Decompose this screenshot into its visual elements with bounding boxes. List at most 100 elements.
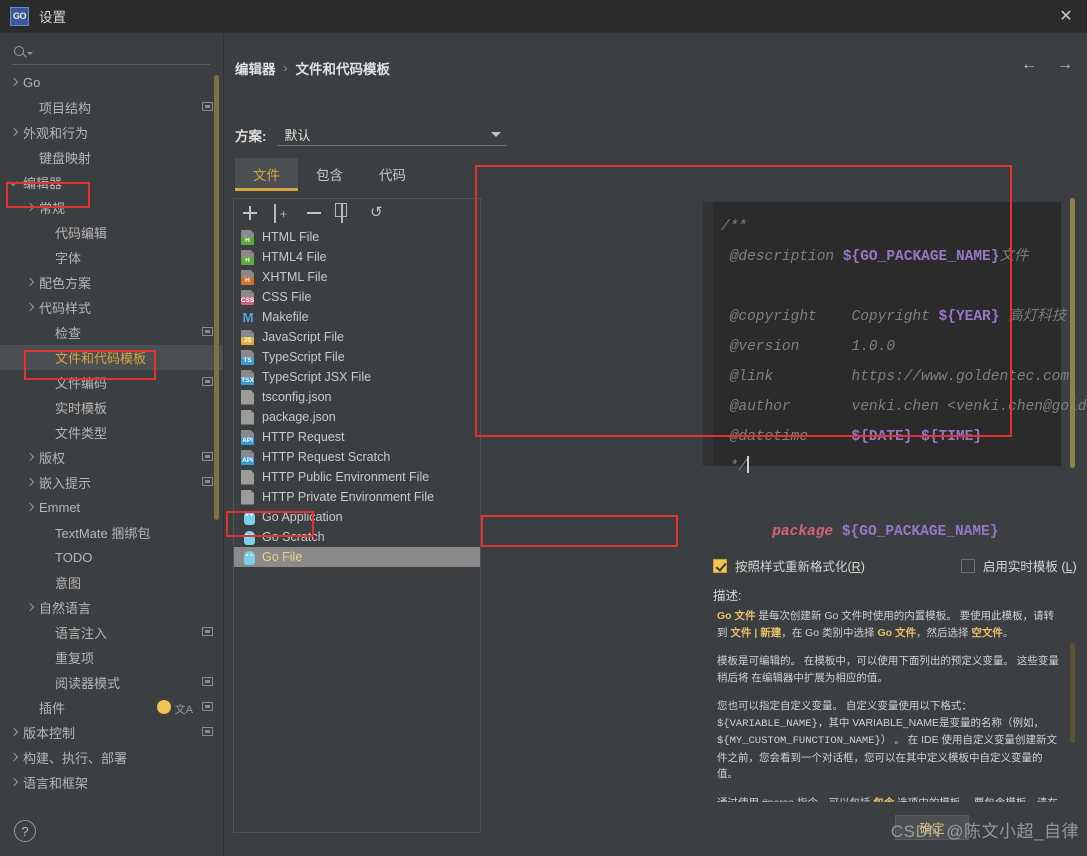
file-list-item[interactable]: package.json (234, 407, 480, 427)
sidebar-item-9[interactable]: 代码样式 (0, 295, 223, 320)
chevron-right-icon[interactable] (8, 751, 21, 764)
tab-2[interactable]: 代码 (361, 158, 424, 191)
live-template-checkbox[interactable]: 启用实时模板 (L) (960, 556, 1077, 575)
editor-token: @description (721, 249, 843, 265)
copy-file-icon[interactable] (274, 204, 290, 223)
sidebar-item-11[interactable]: 文件和代码模板 (0, 345, 223, 370)
add-icon[interactable] (242, 205, 258, 221)
sidebar-item-16[interactable]: 嵌入提示 (0, 470, 223, 495)
file-list-item[interactable]: Go Scratch (234, 527, 480, 547)
sidebar-item-28[interactable]: 语言和框架 (0, 770, 223, 795)
sidebar-item-10[interactable]: 检查 (0, 320, 223, 345)
chevron-right-icon[interactable] (24, 501, 37, 514)
chevron-down-icon[interactable] (8, 176, 21, 189)
file-list-item[interactable]: HTTP Private Environment File (234, 487, 480, 507)
scheme-dropdown[interactable]: 默认 (276, 123, 507, 146)
duplicate-icon[interactable] (338, 204, 354, 223)
editor-token: 文件 (999, 249, 1029, 265)
sidebar-item-3[interactable]: 键盘映射 (0, 145, 223, 170)
reformat-checkbox[interactable]: 按照样式重新格式化(R) (713, 556, 865, 575)
sidebar-item-26[interactable]: 版本控制 (0, 720, 223, 745)
checkbox-box-checked[interactable] (713, 558, 727, 573)
chevron-right-icon[interactable] (8, 726, 21, 739)
sidebar-scrollbar[interactable] (214, 75, 219, 520)
file-list-item-label: Go Application (262, 510, 343, 524)
reformat-suffix: ) (860, 560, 865, 574)
template-editor[interactable]: /** @description ${GO_PACKAGE_NAME}文件 @c… (702, 201, 1087, 475)
arrow-left-icon[interactable]: ← (1021, 57, 1037, 73)
file-list-item-label: CSS File (262, 290, 312, 304)
chevron-right-icon[interactable] (24, 201, 37, 214)
tab-0[interactable]: 文件 (235, 158, 298, 191)
breadcrumb-parent[interactable]: 编辑器 (235, 58, 276, 78)
sidebar-item-2[interactable]: 外观和行为 (0, 120, 223, 145)
chevron-right-icon[interactable] (24, 301, 37, 314)
sidebar-item-14[interactable]: 文件类型 (0, 420, 223, 445)
chevron-right-icon[interactable] (24, 476, 37, 489)
file-list-item[interactable]: Go File (234, 547, 480, 567)
file-list-item[interactable]: API HTTP Request (234, 427, 480, 447)
chevron-right-icon[interactable] (24, 601, 37, 614)
sidebar-item-0[interactable]: Go (0, 70, 223, 95)
file-list-item[interactable]: H XHTML File (234, 267, 480, 287)
sidebar-item-25[interactable]: 插件 文A (0, 695, 223, 720)
reformat-label-text: 按照样式重新格式化( (735, 560, 852, 574)
sidebar-item-4[interactable]: 编辑器 (0, 170, 223, 195)
sidebar-item-18[interactable]: TextMate 捆绑包 (0, 520, 223, 545)
sidebar-item-21[interactable]: 自然语言 (0, 595, 223, 620)
sidebar-item-label: 常规 (39, 201, 66, 216)
remove-icon[interactable] (306, 205, 322, 221)
update-dot-icon (157, 700, 171, 714)
file-list-item[interactable]: H HTML4 File (234, 247, 480, 267)
sidebar-item-1[interactable]: 项目结构 (0, 95, 223, 120)
file-list-item-label: HTML File (262, 230, 320, 244)
editor-content[interactable]: /** @description ${GO_PACKAGE_NAME}文件 @c… (721, 212, 1087, 475)
file-list-item[interactable]: TS TypeScript File (234, 347, 480, 367)
css-file-icon: CSS (240, 289, 256, 305)
description-body: Go 文件 是每次创建新 Go 文件时使用的内置模板。 要使用此模板，请转到 文… (717, 608, 1061, 802)
file-list-item[interactable]: JS JavaScript File (234, 327, 480, 347)
sidebar-item-23[interactable]: 重复项 (0, 645, 223, 670)
ok-button[interactable]: 确定 (895, 815, 969, 840)
chevron-right-icon[interactable] (8, 776, 21, 789)
file-list-item-label: HTML4 File (262, 250, 327, 264)
file-list-item[interactable]: HTTP Public Environment File (234, 467, 480, 487)
chevron-right-icon[interactable] (8, 126, 21, 139)
search-input[interactable] (35, 45, 210, 60)
sidebar-item-20[interactable]: 意图 (0, 570, 223, 595)
file-list-item[interactable]: tsconfig.json (234, 387, 480, 407)
sidebar-item-24[interactable]: 阅读器模式 (0, 670, 223, 695)
sidebar-item-27[interactable]: 构建、执行、部署 (0, 745, 223, 770)
file-list-item[interactable]: API HTTP Request Scratch (234, 447, 480, 467)
chevron-right-icon[interactable] (24, 276, 37, 289)
settings-sidebar: Go 项目结构 外观和行为 键盘映射 编辑器常规代码编辑 字体 配色方案 代码样式 检查 文件和代… (0, 33, 224, 856)
close-icon[interactable]: ✕ (1057, 8, 1075, 26)
search-box[interactable] (12, 41, 210, 65)
sidebar-item-5[interactable]: 常规 (0, 195, 223, 220)
chevron-right-icon[interactable] (24, 451, 37, 464)
sidebar-item-7[interactable]: 字体 (0, 245, 223, 270)
sidebar-item-12[interactable]: 文件编码 (0, 370, 223, 395)
file-list-item[interactable]: Go Application (234, 507, 480, 527)
sidebar-item-15[interactable]: 版权 (0, 445, 223, 470)
go-gopher-icon (240, 550, 256, 565)
chevron-right-icon[interactable] (8, 76, 21, 89)
reset-icon[interactable]: ↺ (370, 205, 386, 221)
arrow-right-icon[interactable]: → (1057, 57, 1073, 73)
checkbox-box-unchecked[interactable] (960, 558, 975, 573)
sidebar-item-label: 版权 (39, 451, 66, 466)
main-scrollbar[interactable] (1070, 198, 1075, 468)
sidebar-item-6[interactable]: 代码编辑 (0, 220, 223, 245)
tab-1[interactable]: 包含 (298, 158, 361, 191)
sidebar-item-19[interactable]: TODO (0, 545, 223, 570)
sidebar-item-13[interactable]: 实时模板 (0, 395, 223, 420)
project-scope-icon (202, 327, 213, 336)
file-list-item[interactable]: TSX TypeScript JSX File (234, 367, 480, 387)
sidebar-item-8[interactable]: 配色方案 (0, 270, 223, 295)
file-list-item[interactable]: H HTML File (234, 227, 480, 247)
description-scrollbar[interactable] (1070, 643, 1075, 743)
sidebar-item-22[interactable]: 语言注入 (0, 620, 223, 645)
file-list-item[interactable]: M Makefile (234, 307, 480, 327)
file-list-item[interactable]: CSS CSS File (234, 287, 480, 307)
sidebar-item-17[interactable]: Emmet (0, 495, 223, 520)
